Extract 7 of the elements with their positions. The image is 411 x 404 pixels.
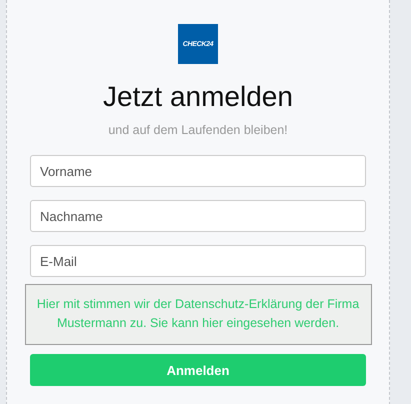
form-title: Jetzt anmelden (103, 80, 293, 114)
input-field[interactable]: Vorname (30, 155, 366, 187)
privacy-notice: Hier mit stimmen wir der Datenschutz-Erklärung der Firma Mustermann zu. Sie kann hier eingesehen werden. (24, 284, 372, 345)
input-field[interactable]: Nachname (30, 200, 366, 232)
form-subtitle: und auf dem Laufenden bleiben! (108, 122, 288, 138)
submit-button[interactable]: Anmelden (30, 354, 366, 386)
input-field[interactable]: E-Mail (30, 245, 366, 277)
